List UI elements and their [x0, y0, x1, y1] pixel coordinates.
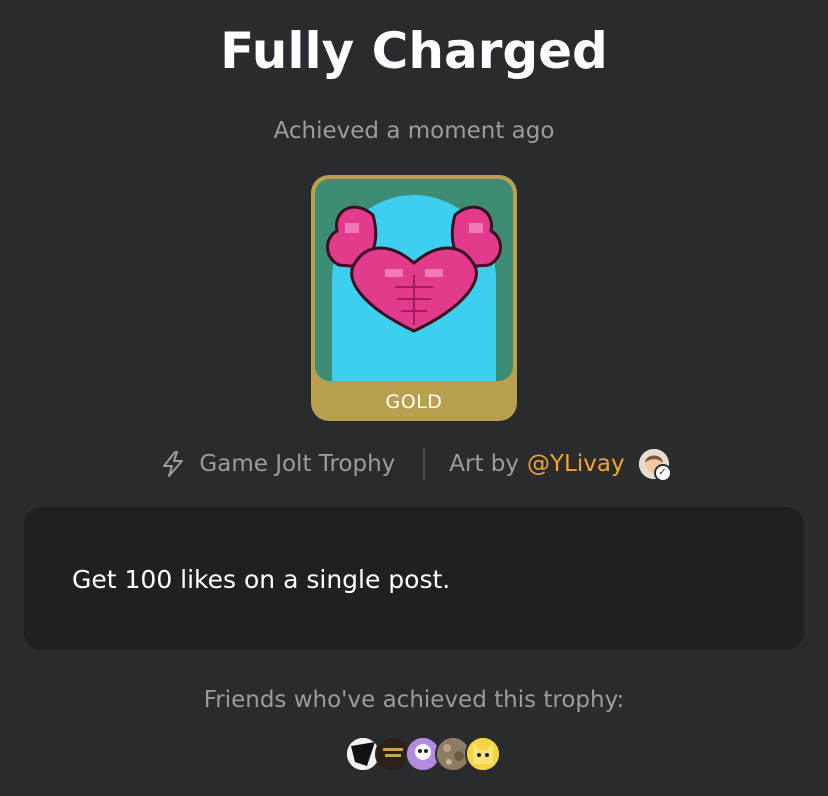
achieved-timestamp: Achieved a moment ago	[273, 118, 555, 144]
trophy-source: Game Jolt Trophy	[199, 451, 396, 477]
artist-avatar[interactable]: ✓	[638, 449, 672, 482]
friend-avatar-5[interactable]	[465, 736, 501, 772]
meta-divider	[423, 448, 426, 480]
trophy-image	[315, 179, 513, 381]
trophy-card[interactable]: GOLD	[311, 175, 517, 421]
trophy-description-box: Get 100 likes on a single post.	[24, 507, 804, 650]
friends-avatars	[345, 736, 501, 772]
verified-badge-icon: ✓	[653, 464, 672, 482]
bolt-icon	[163, 451, 184, 477]
trophy-description: Get 100 likes on a single post.	[72, 565, 451, 594]
art-by-label: Art by	[449, 451, 519, 477]
friends-label: Friends who've achieved this trophy:	[203, 687, 625, 713]
trophy-title: Fully Charged	[220, 22, 608, 80]
trophy-tier: GOLD	[385, 391, 443, 413]
artist-link[interactable]: @YLivay	[527, 451, 625, 477]
trophy-meta: Game Jolt Trophy Art by @YLivay ✓	[0, 444, 828, 484]
